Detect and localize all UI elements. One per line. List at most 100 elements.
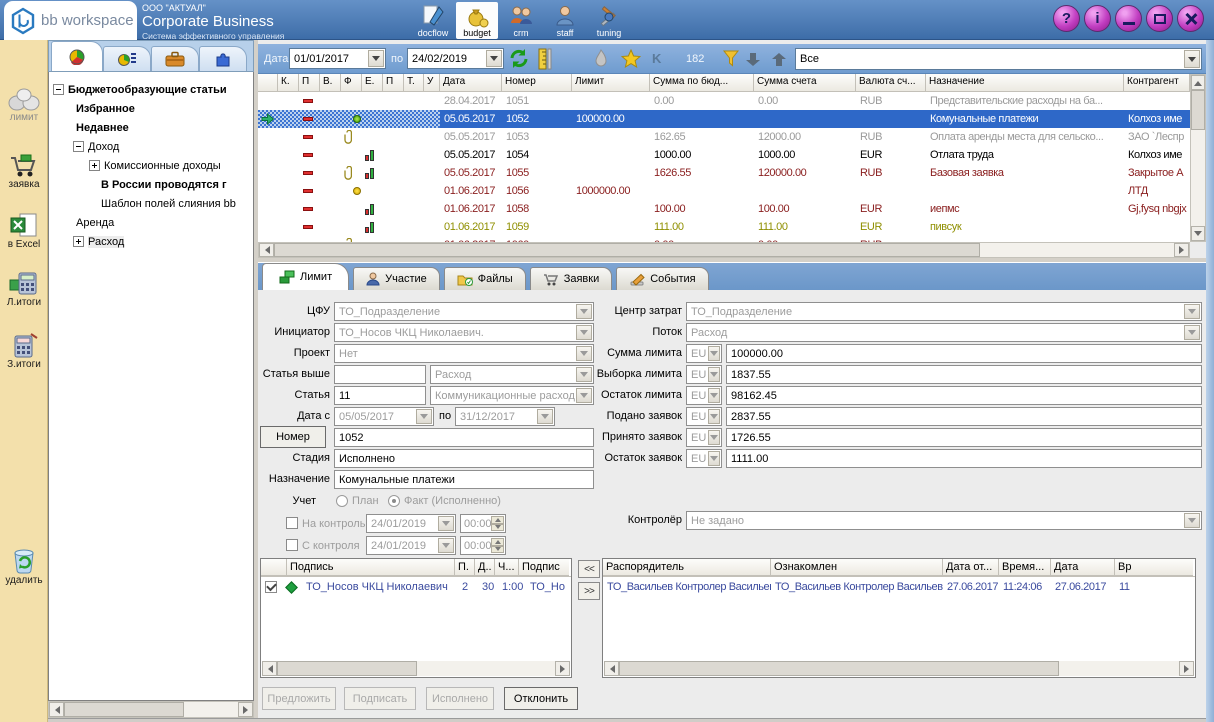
- accepted-currency-select[interactable]: EUR: [686, 428, 722, 447]
- reject-button[interactable]: Отклонить: [504, 687, 578, 710]
- purpose-field[interactable]: Комунальные платежи: [334, 470, 594, 489]
- table-row[interactable]: 05.05.20171053162.6512000.00RUBОплата ар…: [258, 128, 1190, 146]
- tree-item-recent[interactable]: Недавнее: [49, 118, 253, 137]
- limit-sum-currency-select[interactable]: EUR: [686, 344, 722, 363]
- article-above-field[interactable]: [334, 365, 426, 384]
- app-budget[interactable]: budget: [456, 2, 498, 39]
- oncontrol-checkbox[interactable]: [286, 517, 298, 529]
- flow-select[interactable]: Расход: [686, 323, 1202, 342]
- spinner-icons[interactable]: [491, 538, 504, 553]
- dropdown-icon[interactable]: [1184, 513, 1200, 528]
- initiator-select[interactable]: ТО_Носов ЧКЦ Николаевич.: [334, 323, 594, 342]
- tree-item-commission-income[interactable]: Комиссионные доходы: [49, 156, 253, 175]
- table-row[interactable]: 01.06.201710561000000.00ЛТД: [258, 182, 1190, 200]
- close-button[interactable]: [1177, 5, 1204, 32]
- fact-radio[interactable]: [388, 495, 400, 507]
- help-button[interactable]: ?: [1053, 5, 1080, 32]
- sidebar-item-limit[interactable]: лимит: [0, 86, 48, 123]
- tree-item-rent[interactable]: Аренда: [49, 213, 253, 232]
- executed-button[interactable]: Исполнено: [426, 687, 494, 710]
- oncontrol-time-stepper[interactable]: 00:00: [460, 514, 506, 533]
- collapse-icon[interactable]: [53, 84, 64, 95]
- move-up-button[interactable]: [770, 52, 788, 70]
- app-docflow[interactable]: docflow: [412, 2, 454, 39]
- grid-horizontal-scrollbar[interactable]: [258, 242, 1190, 258]
- sidebar-item-delete[interactable]: удалить: [0, 545, 48, 586]
- collapse-icon[interactable]: [73, 141, 84, 152]
- tab-requests[interactable]: Заявки: [530, 267, 613, 290]
- sidebar-item-request-totals[interactable]: З.итоги: [0, 332, 48, 370]
- grid-vertical-scrollbar[interactable]: [1190, 74, 1206, 242]
- maximize-button[interactable]: [1146, 5, 1173, 32]
- dropdown-icon[interactable]: [537, 409, 553, 424]
- refresh-button[interactable]: [508, 48, 530, 72]
- table-row[interactable]: 05.05.201710551626.55120000.00RUBБазовая…: [258, 164, 1190, 182]
- plan-radio[interactable]: [336, 495, 348, 507]
- limit-pick-field[interactable]: 1837.55: [726, 365, 1202, 384]
- tree-item-merge-template[interactable]: Шаблон полей слияния bb: [49, 194, 253, 213]
- dropdown-icon[interactable]: [1184, 325, 1200, 340]
- tree-item-expense[interactable]: Расход: [49, 232, 253, 251]
- manager-row[interactable]: ТО_Васильев Контролер Васильевич ТО_Васи…: [603, 577, 1195, 597]
- tree-tab-plugins[interactable]: [199, 46, 247, 71]
- k-button[interactable]: K: [652, 51, 661, 66]
- fromcontrol-time-stepper[interactable]: 00:00: [460, 536, 506, 555]
- number-button[interactable]: Номер: [260, 426, 326, 448]
- sidebar-item-limit-totals[interactable]: Л.итоги: [0, 270, 48, 308]
- date-to-select[interactable]: 24/02/2019: [407, 48, 504, 69]
- dropdown-icon[interactable]: [368, 50, 384, 67]
- table-row[interactable]: 28.04.201710510.000.00RUBПредставительск…: [258, 92, 1190, 110]
- limit-sum-field[interactable]: 100000.00: [726, 344, 1202, 363]
- signatures-horizontal-scrollbar[interactable]: [262, 661, 570, 676]
- dropdown-icon[interactable]: [438, 538, 454, 553]
- propose-button[interactable]: Предложить: [262, 687, 336, 710]
- rest-field[interactable]: 1111.00: [726, 449, 1202, 468]
- tree-item-favorites[interactable]: Избранное: [49, 99, 253, 118]
- form-date-to-select[interactable]: 31/12/2017: [455, 407, 555, 426]
- scroll-left-icon[interactable]: [259, 243, 274, 257]
- sidebar-item-request[interactable]: заявка: [0, 152, 48, 190]
- dropdown-icon[interactable]: [708, 367, 720, 382]
- article-field[interactable]: 11: [334, 386, 426, 405]
- number-field[interactable]: 1052: [334, 428, 594, 447]
- dropdown-icon[interactable]: [708, 346, 720, 361]
- stage-field[interactable]: Исполнено: [334, 449, 594, 468]
- spinner-icons[interactable]: [491, 516, 504, 531]
- table-row[interactable]: 01.06.20171059111.00111.00EURпивсук: [258, 218, 1190, 236]
- scroll-left-icon[interactable]: [49, 702, 64, 717]
- limit-rest-field[interactable]: 98162.45: [726, 386, 1202, 405]
- tree-item-income[interactable]: Доход: [49, 137, 253, 156]
- scrollbar-thumb[interactable]: [64, 702, 184, 717]
- sign-button[interactable]: Подписать: [344, 687, 416, 710]
- move-down-button[interactable]: [744, 52, 762, 70]
- rest-currency-select[interactable]: EUR: [686, 449, 722, 468]
- tree-item-russia[interactable]: В России проводятся г: [49, 175, 253, 194]
- scroll-up-icon[interactable]: [1191, 75, 1205, 90]
- cost-center-select[interactable]: ТО_Подразделение: [686, 302, 1202, 321]
- accepted-field[interactable]: 1726.55: [726, 428, 1202, 447]
- tree-item-root[interactable]: Бюджетообразующие статьи: [49, 80, 253, 99]
- tab-participation[interactable]: Участие: [353, 267, 440, 290]
- scroll-right-icon[interactable]: [1174, 243, 1189, 257]
- tree-tab-budget-articles[interactable]: [51, 41, 103, 71]
- limit-pick-currency-select[interactable]: EUR: [686, 365, 722, 384]
- dropdown-icon[interactable]: [1184, 50, 1200, 68]
- signature-checkbox[interactable]: [265, 581, 277, 593]
- app-crm[interactable]: crm: [500, 2, 542, 39]
- table-row[interactable]: 01.06.20171058100.00100.00EURиепмсGj,fys…: [258, 200, 1190, 218]
- scroll-down-icon[interactable]: [1191, 226, 1205, 241]
- tab-limit[interactable]: Лимит: [262, 263, 349, 290]
- submitted-currency-select[interactable]: EUR: [686, 407, 722, 426]
- sidebar-item-excel[interactable]: в Excel: [0, 212, 48, 250]
- tab-events[interactable]: События: [616, 267, 708, 290]
- app-tuning[interactable]: tuning: [588, 2, 630, 39]
- dropdown-icon[interactable]: [708, 430, 720, 445]
- cfu-select[interactable]: ТО_Подразделение: [334, 302, 594, 321]
- tree-horizontal-scrollbar[interactable]: [48, 701, 254, 718]
- expand-icon[interactable]: [89, 160, 100, 171]
- managers-horizontal-scrollbar[interactable]: [604, 661, 1194, 676]
- dropdown-icon[interactable]: [1184, 304, 1200, 319]
- dropdown-icon[interactable]: [416, 409, 432, 424]
- table-row[interactable]: 05.05.201710541000.001000.00EURОтлата тр…: [258, 146, 1190, 164]
- dropdown-icon[interactable]: [438, 516, 454, 531]
